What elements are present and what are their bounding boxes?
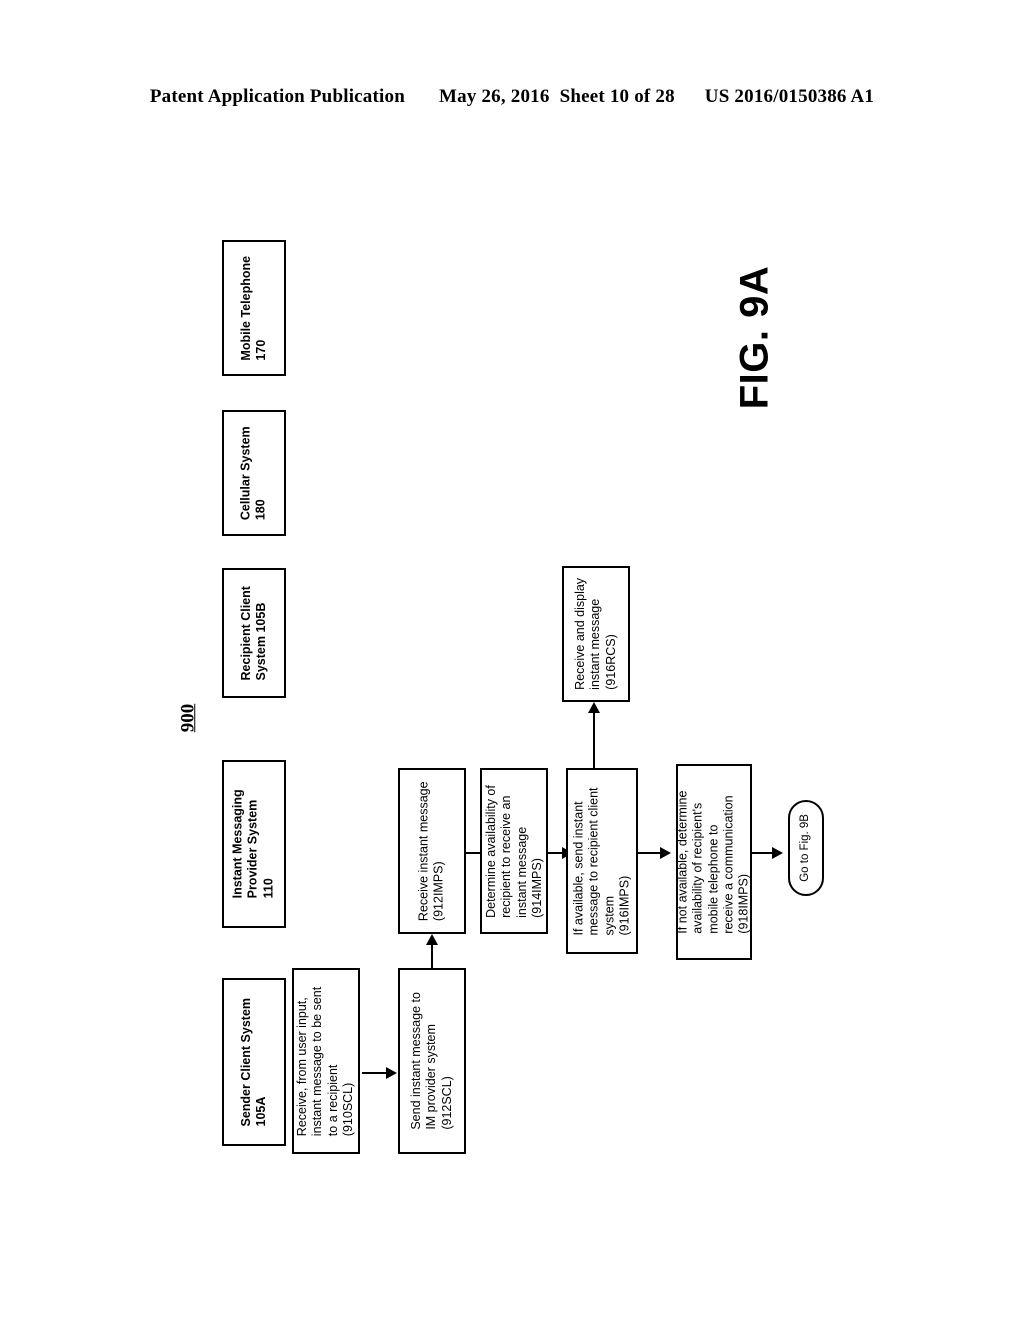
process-box-912imps: Receive instant message (912IMPS) xyxy=(398,768,466,934)
process-box-914imps: Determine availability of recipient to r… xyxy=(480,768,548,934)
arrow-910scl-to-912scl-head xyxy=(386,1067,397,1079)
arrow-912scl-to-912imps-head xyxy=(426,934,438,945)
lane-header-mobile-telephone: Mobile Telephone 170 xyxy=(222,240,286,376)
arrow-910scl-to-912scl-line xyxy=(362,1072,388,1074)
arrow-916imps-to-916rcs-line xyxy=(593,712,595,770)
process-box-910scl: Receive, from user input, instant messag… xyxy=(292,968,360,1154)
connector-go-to-fig-9b: Go to Fig. 9B xyxy=(788,800,824,896)
process-box-918imps: If not available, determine availability… xyxy=(676,764,752,960)
figure-label: FIG. 9A xyxy=(732,265,777,409)
figure-drawing-sheet: 900 FIG. 9A Mobile Telephone 170 Cellula… xyxy=(0,0,1024,1320)
arrow-918imps-to-connector-line xyxy=(752,852,774,854)
process-box-916imps: If available, send instant message to re… xyxy=(566,768,638,954)
lane-header-recipient-client-system: Recipient Client System 105B xyxy=(222,568,286,698)
arrow-918imps-to-connector-head xyxy=(772,847,783,859)
arrow-916imps-to-918imps-head xyxy=(660,847,671,859)
arrow-916imps-to-916rcs-head xyxy=(588,702,600,713)
connector-label: Go to Fig. 9B xyxy=(799,814,812,882)
process-box-916rcs: Receive and display instant message (916… xyxy=(562,566,630,702)
arrow-916imps-to-918imps-line xyxy=(638,852,662,854)
lane-header-instant-messaging-provider-system: Instant Messaging Provider System 110 xyxy=(222,760,286,928)
figure-reference-numeral: 900 xyxy=(177,703,198,733)
lane-header-cellular-system: Cellular System 180 xyxy=(222,410,286,536)
process-box-912scl: Send instant message to IM provider syst… xyxy=(398,968,466,1154)
lane-header-sender-client-system: Sender Client System 105A xyxy=(222,978,286,1146)
arrow-912scl-to-912imps-line xyxy=(431,944,433,970)
